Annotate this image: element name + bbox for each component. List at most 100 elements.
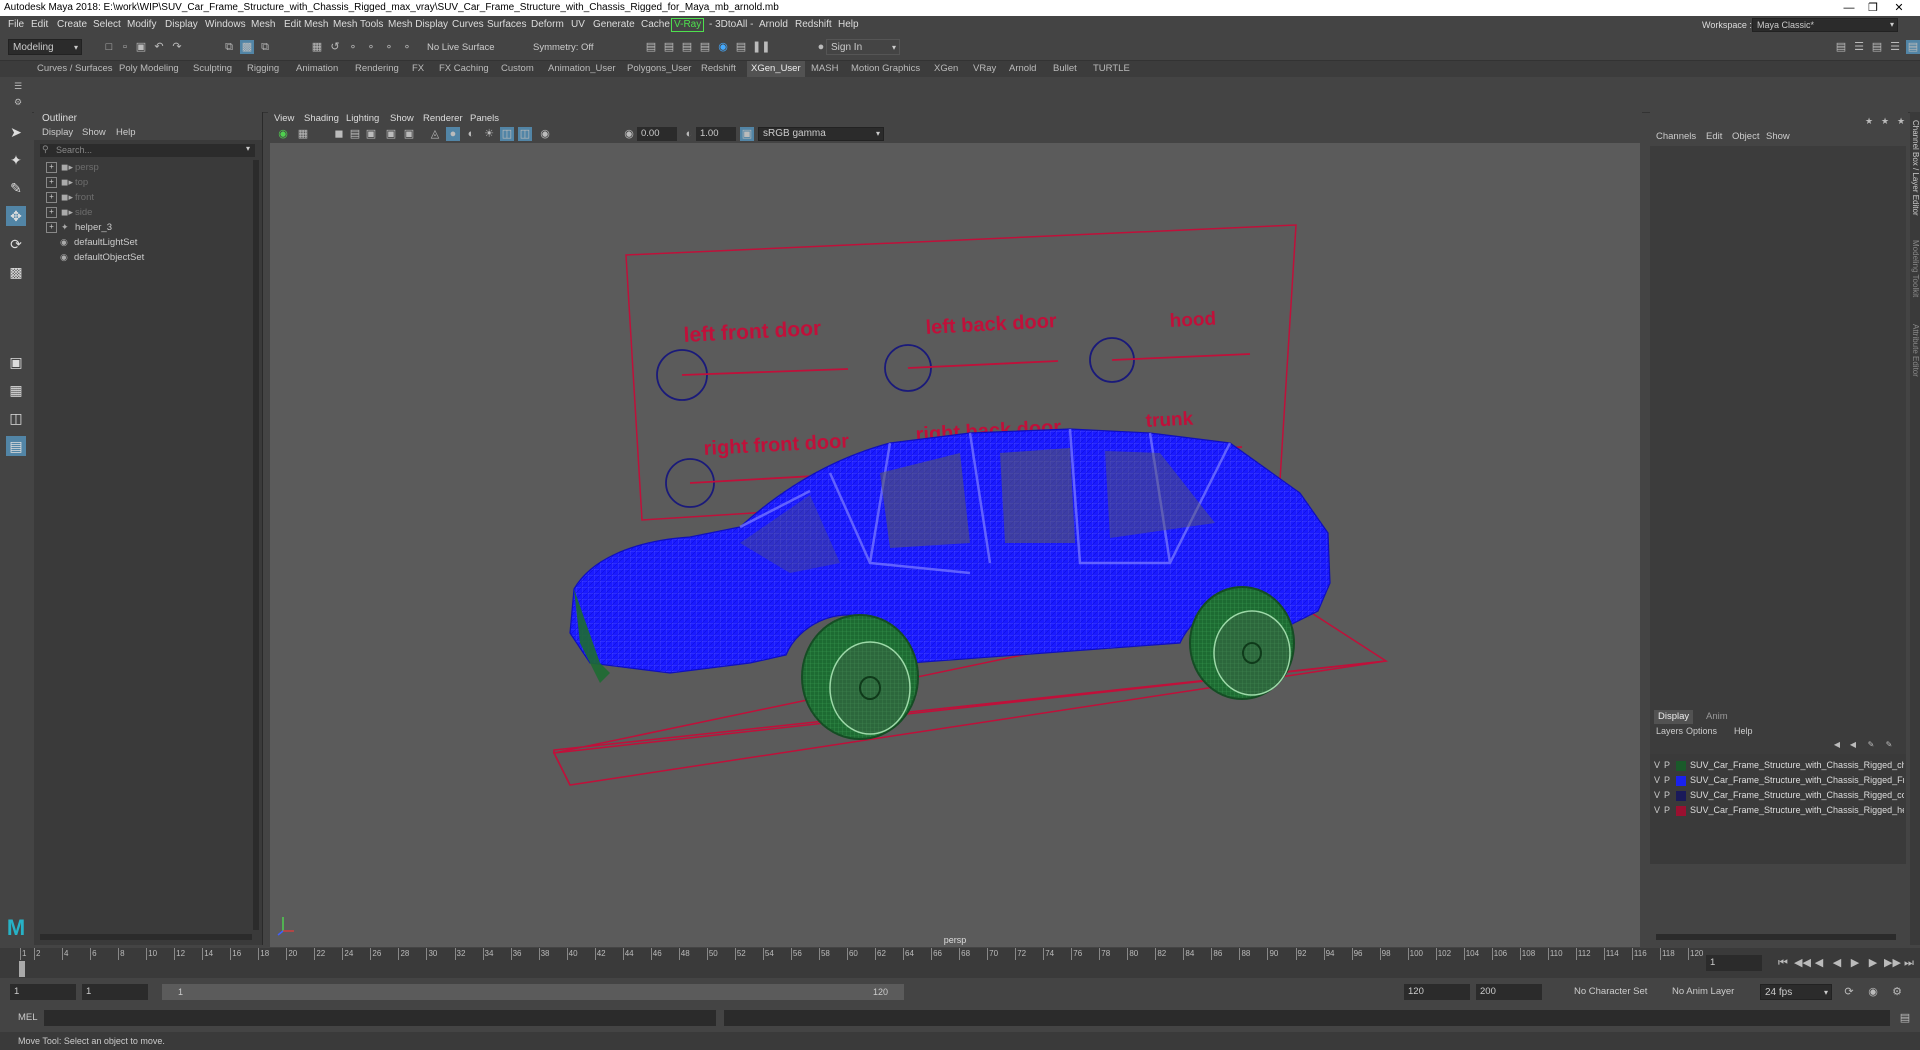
wireframe-on-shaded-icon[interactable]: ◫	[500, 127, 514, 141]
outliner-menu-show[interactable]: Show	[82, 126, 106, 140]
menu-mesh-display[interactable]: Mesh Display	[388, 16, 448, 34]
step-forward-frame-icon[interactable]: ▶	[1866, 956, 1880, 970]
layer-color-swatch[interactable]	[1676, 760, 1686, 771]
layer-menu-options[interactable]: Options	[1686, 724, 1717, 738]
playback-toggle[interactable]: P	[1664, 788, 1674, 802]
menu-cache[interactable]: Cache	[641, 16, 670, 34]
current-time-indicator[interactable]	[19, 961, 25, 977]
outliner-item[interactable]: + ◼▸ top	[46, 175, 88, 189]
new-layer-icon[interactable]: ✎	[1864, 738, 1878, 752]
snap-point-icon[interactable]: ∘	[346, 40, 360, 54]
lasso-tool-icon[interactable]: ✦	[6, 150, 26, 170]
two-view-icon[interactable]: ◫	[6, 408, 26, 428]
menu-edit[interactable]: Edit	[31, 16, 48, 34]
menu-help[interactable]: Help	[838, 16, 859, 34]
shelf-tab-polygons-user[interactable]: Polygons_User	[627, 61, 691, 77]
outliner-item[interactable]: + ◼▸ side	[46, 205, 92, 219]
chevron-down-icon[interactable]: ▾	[246, 144, 250, 153]
xray-icon[interactable]: ◫	[518, 127, 532, 141]
shelf-tab-sculpting[interactable]: Sculpting	[193, 61, 232, 77]
menu-select[interactable]: Select	[93, 16, 121, 34]
layer-editor-icon[interactable]: ▤	[1906, 40, 1920, 54]
snap-vertex-icon[interactable]: ∘	[400, 40, 414, 54]
menu-vray[interactable]: V-Ray	[671, 18, 705, 32]
step-back-frame-icon[interactable]: ◀	[1812, 956, 1826, 970]
shelf-tab-bullet[interactable]: Bullet	[1053, 61, 1077, 77]
snap-grid-icon[interactable]: ▦	[310, 40, 324, 54]
expand-icon[interactable]: +	[46, 161, 57, 173]
redo-icon[interactable]: ↷	[170, 40, 184, 54]
exposure-icon[interactable]: ◉	[622, 127, 636, 141]
new-scene-icon[interactable]: □	[102, 40, 116, 54]
restore-icon[interactable]: ❐	[1861, 0, 1885, 16]
menu-create[interactable]: Create	[57, 16, 87, 34]
menu-edit-mesh[interactable]: Edit Mesh	[284, 16, 328, 34]
layer-color-swatch[interactable]	[1676, 805, 1686, 816]
camera-attr-icon[interactable]: ◉	[276, 127, 290, 141]
playback-toggle[interactable]: P	[1664, 773, 1674, 787]
menu-file[interactable]: File	[8, 16, 24, 34]
anim-prefs-icon[interactable]: ⚙	[1890, 985, 1904, 999]
outliner-item[interactable]: + ✦ helper_3	[46, 220, 112, 234]
viewport-menu-lighting[interactable]: Lighting	[346, 112, 379, 126]
visibility-toggle[interactable]: V	[1654, 758, 1664, 772]
render-icon[interactable]: ▤	[644, 40, 658, 54]
snap-view-icon[interactable]: ∘	[364, 40, 378, 54]
scene-end-field[interactable]: 200	[1476, 984, 1542, 1000]
channel-box-icon-2[interactable]: ★	[1878, 114, 1892, 128]
viewport-menu-shading[interactable]: Shading	[304, 112, 339, 126]
side-tab-channel-box[interactable]: Channel Box / Layer Editor	[1910, 120, 1920, 240]
side-tab-modeling-toolkit[interactable]: Modeling Toolkit	[1910, 240, 1920, 316]
select-object-icon[interactable]: ▩	[240, 40, 254, 54]
expand-icon[interactable]: +	[46, 191, 57, 203]
mel-label[interactable]: MEL	[18, 1010, 38, 1026]
tab-display[interactable]: Display	[1654, 710, 1694, 724]
step-back-key-icon[interactable]: ◀◀	[1794, 956, 1811, 970]
menu-deform[interactable]: Deform	[531, 16, 564, 34]
channel-menu-channels[interactable]: Channels	[1656, 130, 1696, 144]
menu-display[interactable]: Display	[165, 16, 198, 34]
shelf-tab-redshift[interactable]: Redshift	[701, 61, 736, 77]
side-tab-attribute-editor[interactable]: Attribute Editor	[1910, 324, 1920, 400]
character-set-dropdown[interactable]: No Character Set	[1574, 984, 1647, 1000]
time-slider-ticks[interactable]: 1 2 4 6 8 10 12 14 16 18 20 22 24 26 28 30 32 34 36 38 40 42 4…	[20, 948, 1703, 978]
shelf-tab-xgen[interactable]: XGen	[934, 61, 958, 77]
shelf-tab-animation-user[interactable]: Animation_User	[548, 61, 616, 77]
menu-uv[interactable]: UV	[571, 16, 585, 34]
step-forward-key-icon[interactable]: ▶▶	[1884, 956, 1901, 970]
modeling-toolkit-icon[interactable]: ▤	[1834, 40, 1848, 54]
shelf-tab-vray[interactable]: VRay	[973, 61, 996, 77]
attribute-editor-icon[interactable]: ☰	[1852, 40, 1866, 54]
channel-box-icon-3[interactable]: ★	[1894, 114, 1908, 128]
viewport-3d[interactable]: left front door left back door hood righ…	[270, 143, 1640, 947]
menu-curves[interactable]: Curves	[452, 16, 484, 34]
auto-key-icon[interactable]: ◉	[1866, 985, 1880, 999]
channel-menu-object[interactable]: Object	[1732, 130, 1759, 144]
command-input[interactable]	[44, 1010, 716, 1026]
outliner-hscrollbar[interactable]	[40, 934, 252, 940]
move-tool-icon[interactable]: ✥	[6, 206, 26, 226]
menu-surfaces[interactable]: Surfaces	[487, 16, 526, 34]
control-left-front-door[interactable]: left front door	[656, 317, 849, 401]
rear-wheel[interactable]	[1189, 586, 1295, 700]
hypershade-icon[interactable]: ◉	[716, 40, 730, 54]
snap-surface-icon[interactable]: ∘	[382, 40, 396, 54]
expand-icon[interactable]: +	[46, 221, 57, 233]
outliner-scrollbar[interactable]	[253, 160, 259, 930]
shelf-menu-icon[interactable]: ☰	[11, 79, 25, 93]
gamma-icon[interactable]: ◐	[682, 127, 696, 141]
playback-toggle[interactable]: P	[1664, 758, 1674, 772]
live-surface-label[interactable]: No Live Surface	[427, 42, 495, 53]
fps-dropdown[interactable]: 24 fps ▾	[1760, 984, 1832, 1000]
time-slider[interactable]: 1 2 4 6 8 10 12 14 16 18 20 22 24 26 28 30 32 34 36 38 40 42 4…	[0, 948, 1920, 978]
control-hood[interactable]: hood	[1089, 309, 1251, 383]
channel-box-icon[interactable]: ☰	[1888, 40, 1902, 54]
shelf-tab-fx-caching[interactable]: FX Caching	[439, 61, 489, 77]
image-plane-icon[interactable]: ▤	[348, 127, 362, 141]
go-to-end-icon[interactable]: ⏭	[1902, 956, 1916, 970]
visibility-toggle[interactable]: V	[1654, 803, 1664, 817]
tool-settings-icon[interactable]: ▤	[1870, 40, 1884, 54]
outliner-menu-display[interactable]: Display	[42, 126, 73, 140]
minimize-icon[interactable]: —	[1837, 0, 1861, 16]
select-component-icon[interactable]: ⧉	[258, 40, 272, 54]
